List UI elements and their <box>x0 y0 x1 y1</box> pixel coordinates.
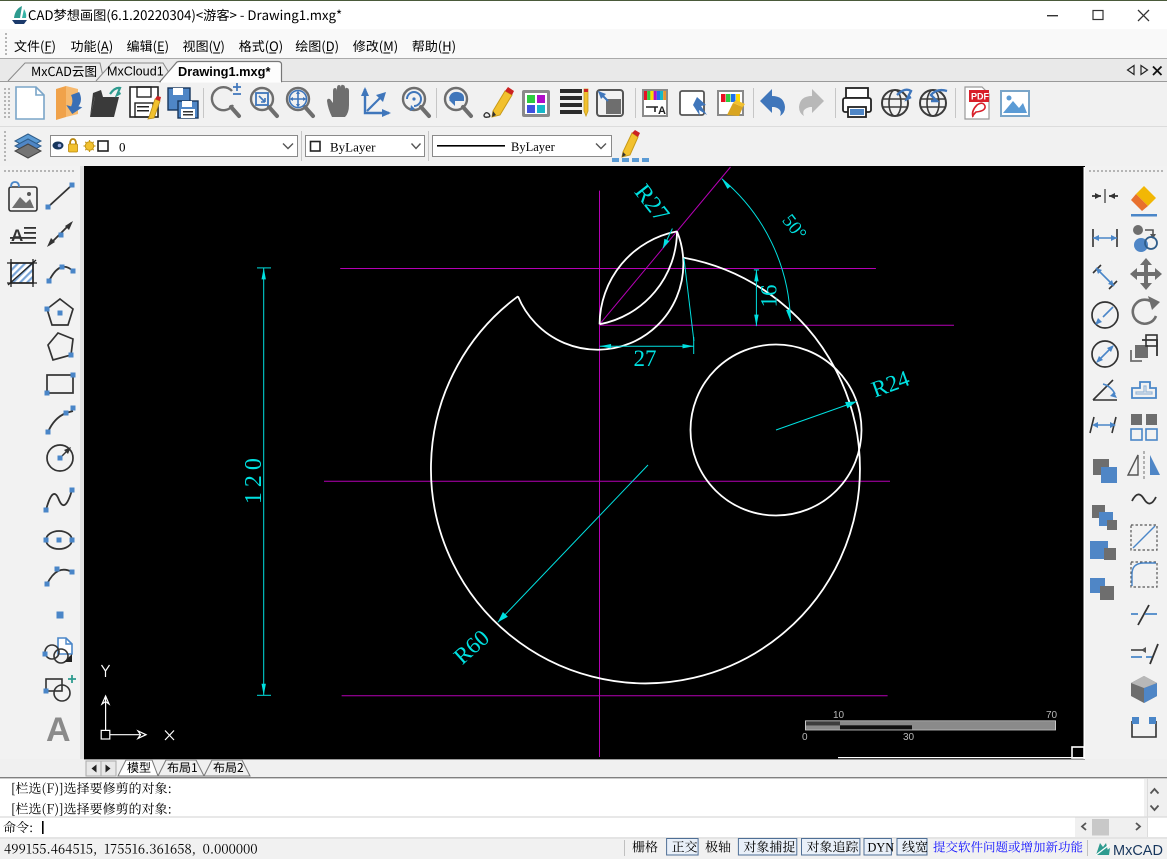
svg-text:27: 27 <box>634 346 657 371</box>
svg-text:A: A <box>658 105 666 117</box>
svg-text:ByLayer: ByLayer <box>330 140 376 155</box>
svg-text:16: 16 <box>757 285 782 308</box>
svg-text:0: 0 <box>802 732 808 743</box>
svg-text:0: 0 <box>119 140 126 155</box>
svg-text:MxCloud1: MxCloud1 <box>107 65 164 79</box>
svg-text:PDF: PDF <box>971 92 990 102</box>
svg-text:Drawing1.mxg*: Drawing1.mxg* <box>178 64 270 79</box>
svg-text:DYN: DYN <box>868 841 895 855</box>
svg-text:ByLayer: ByLayer <box>511 140 556 154</box>
svg-text:10: 10 <box>833 710 845 721</box>
svg-text:120: 120 <box>241 453 267 504</box>
svg-text:A: A <box>46 711 71 749</box>
svg-text:70: 70 <box>1046 710 1058 721</box>
svg-text:MxCAD: MxCAD <box>1113 843 1163 859</box>
svg-text:30: 30 <box>903 732 915 743</box>
